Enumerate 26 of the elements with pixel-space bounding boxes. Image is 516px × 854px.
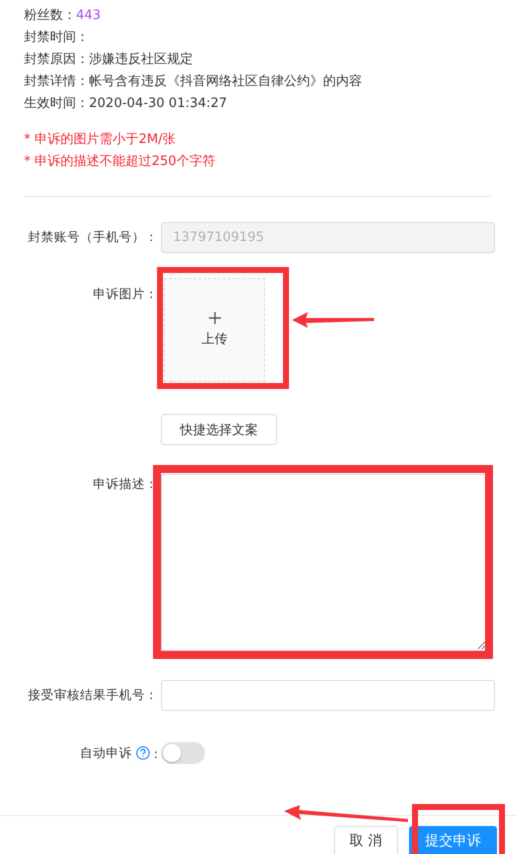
info-label: 封禁原因：	[24, 51, 89, 69]
info-value: 帐号含有违反《抖音网络社区自律公约》的内容	[89, 73, 362, 91]
phone-field[interactable]	[161, 680, 495, 711]
colon: :	[154, 746, 158, 760]
required-mark: *	[24, 153, 30, 171]
info-value: 2020-04-30 01:34:27	[89, 95, 228, 113]
field-label: 申诉图片：	[92, 285, 158, 303]
quick-select-button[interactable]: 快捷选择文案	[161, 414, 277, 445]
info-label: 封禁时间：	[24, 29, 89, 47]
plus-icon	[208, 312, 220, 324]
auto-appeal-toggle[interactable]	[161, 742, 205, 764]
cancel-button[interactable]: 取 消	[334, 826, 398, 854]
info-label: 生效时间：	[24, 95, 89, 113]
notice-text: 申诉的图片需小于2M/张	[34, 131, 176, 149]
field-label: 封禁账号（手机号）：	[27, 229, 158, 246]
field-label: 自动申诉	[80, 744, 132, 762]
help-icon[interactable]	[136, 746, 150, 760]
field-label: 申诉描述：	[92, 475, 158, 493]
info-value: 443	[76, 7, 101, 25]
info-value: 涉嫌违反社区规定	[89, 51, 193, 69]
info-label: 封禁详情：	[24, 73, 89, 91]
notice-text: 申诉的描述不能超过250个字符	[34, 153, 216, 171]
upload-button[interactable]: 上传	[164, 278, 265, 382]
required-mark: *	[24, 131, 30, 149]
info-label: 粉丝数：	[24, 7, 76, 25]
field-label: 接受审核结果手机号：	[27, 687, 158, 704]
